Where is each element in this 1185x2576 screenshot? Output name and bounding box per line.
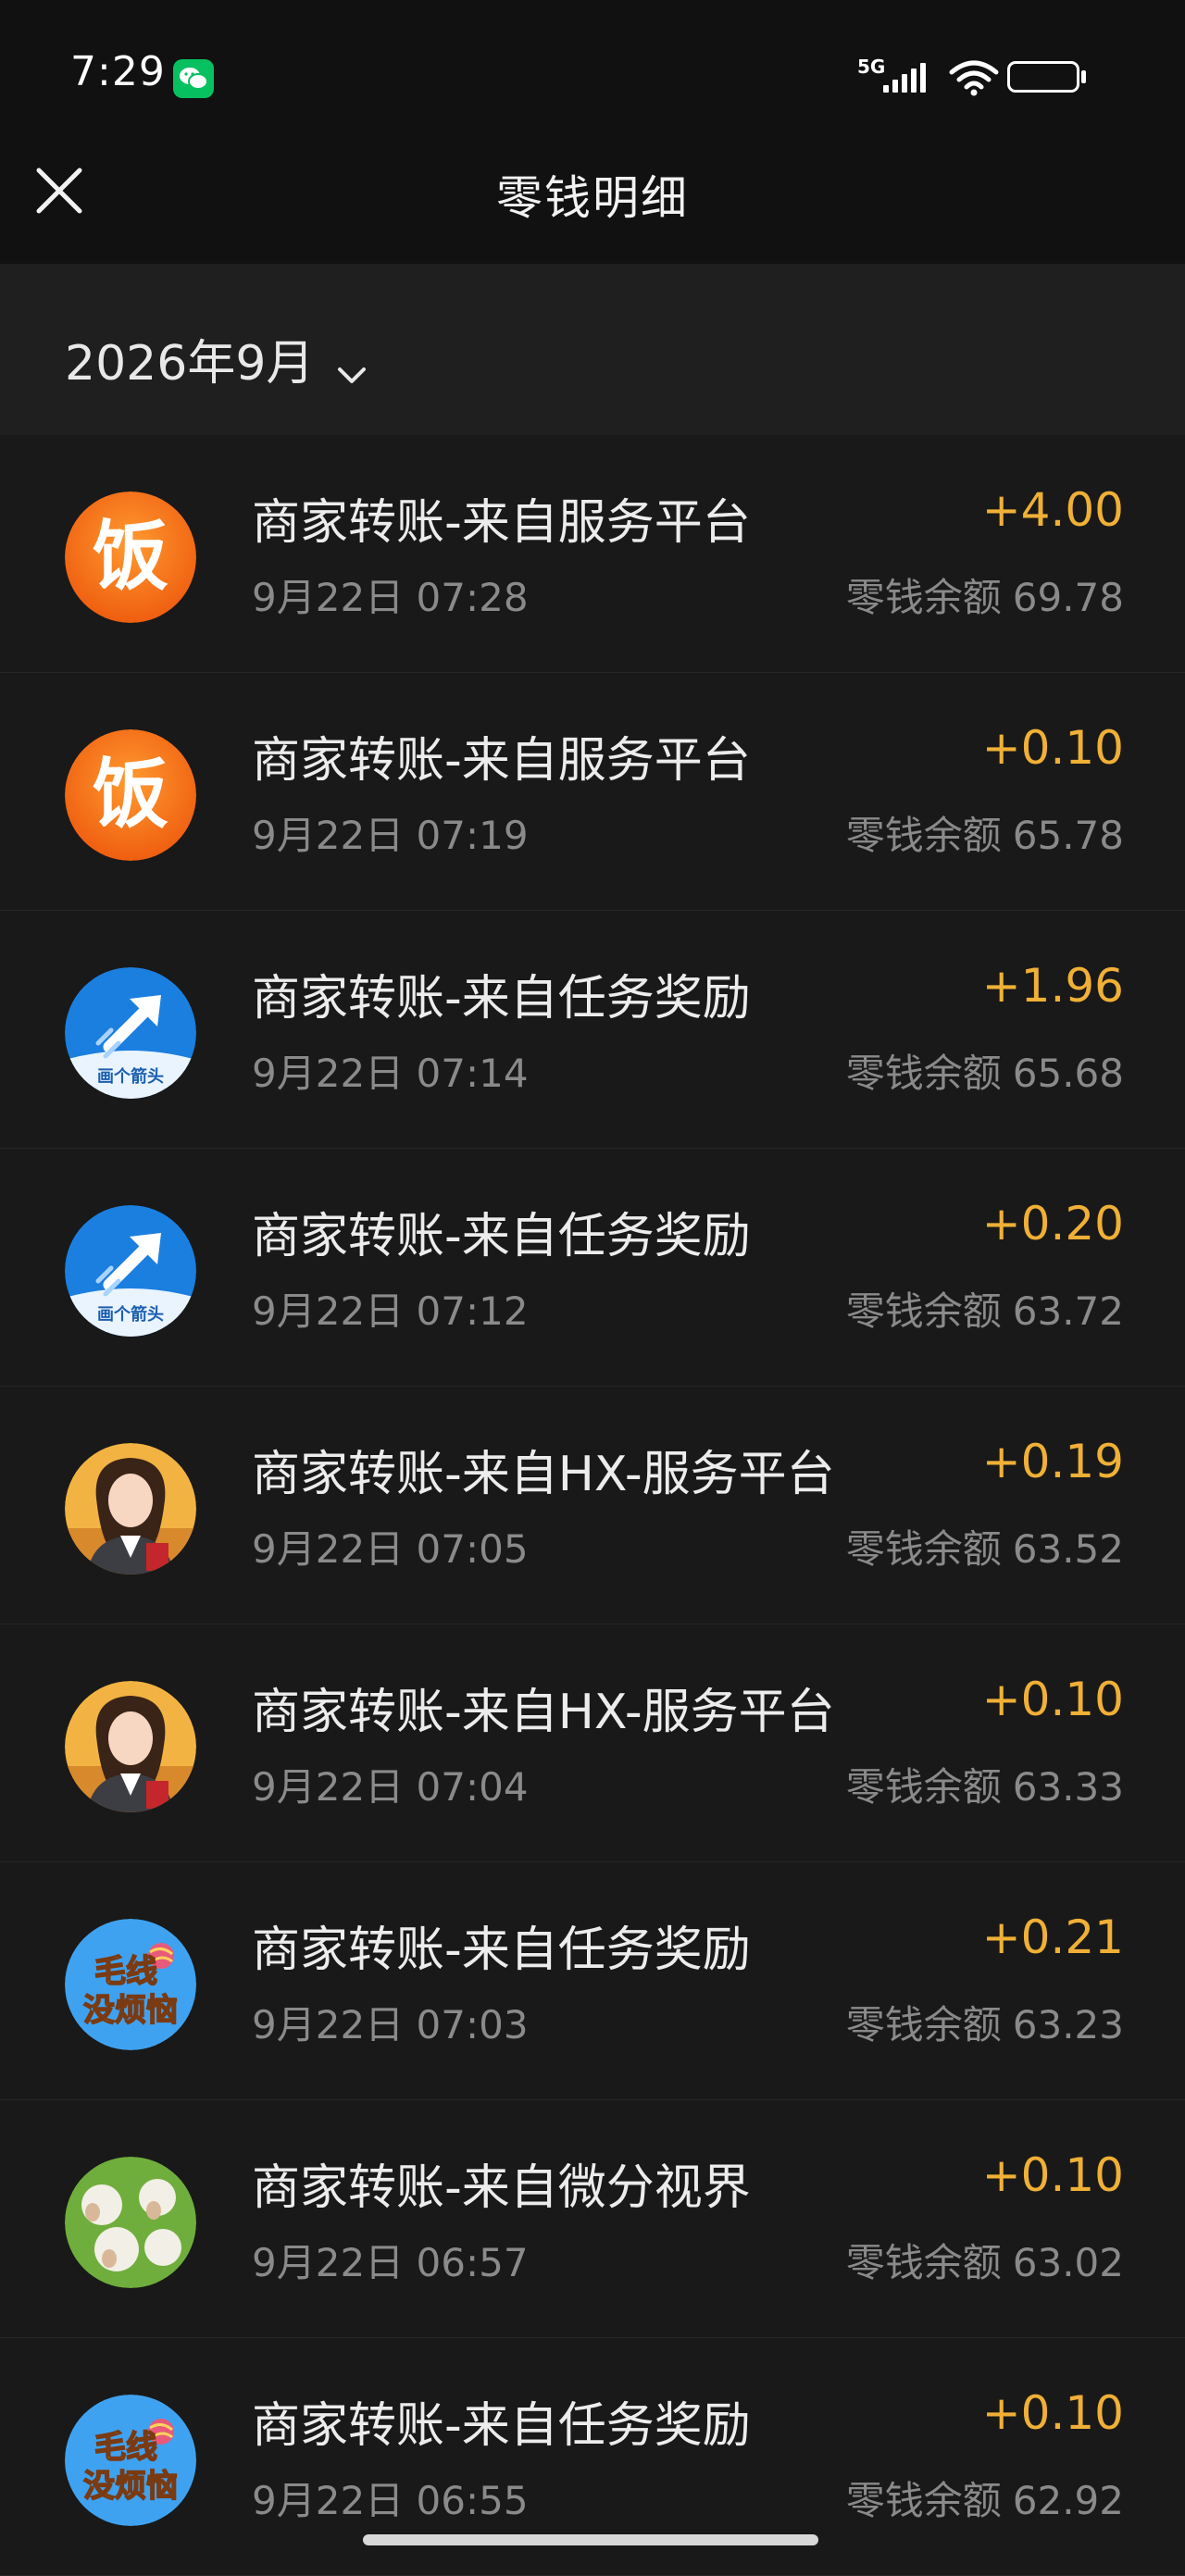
- status-indicators: 5G 91: [857, 54, 1107, 100]
- transaction-balance: 零钱余额 62.92: [846, 2470, 1124, 2526]
- transaction-date: 9月22日 07:04: [252, 1764, 529, 1810]
- balance-label: 零钱余额: [845, 575, 1002, 620]
- businesswoman-avatar: [65, 1681, 196, 1812]
- svg-text:没烦恼: 没烦恼: [83, 2468, 178, 2505]
- balance-label: 零钱余额: [845, 1526, 1002, 1572]
- wechat-icon: [173, 59, 214, 98]
- transaction-date: 9月22日 07:03: [252, 2002, 529, 2047]
- transaction-row[interactable]: 毛线 没烦恼 商家转账-来自任务奖励 9月22日 07:03 +0.21 零钱余额 63…: [0, 1862, 1185, 2100]
- transaction-title: 商家转账-来自任务奖励: [252, 1923, 751, 1978]
- transaction-row[interactable]: 商家转账-来自HX-服务平台 9月22日 07:04 +0.10 零钱余额 63.33: [0, 1624, 1185, 1862]
- balance-value: 63.23: [1012, 2002, 1124, 2047]
- transaction-amount: +0.10: [981, 721, 1124, 775]
- wifi-icon: [949, 60, 999, 96]
- balance-value: 63.52: [1012, 1526, 1124, 1572]
- transaction-title: 商家转账-来自微分视界: [252, 2160, 751, 2216]
- svg-text:饭: 饭: [93, 513, 168, 601]
- transaction-amount: +0.19: [981, 1435, 1124, 1488]
- transaction-date: 9月22日 07:12: [252, 1288, 529, 1334]
- transaction-amount: +0.21: [981, 1910, 1124, 1964]
- transaction-row[interactable]: 商家转账-来自微分视界 9月22日 06:57 +0.10 零钱余额 63.02: [0, 2100, 1185, 2338]
- balance-label: 零钱余额: [845, 1764, 1002, 1810]
- fan-logo: 饭: [65, 729, 196, 861]
- transaction-balance: 零钱余额 69.78: [846, 566, 1124, 623]
- transaction-title: 商家转账-来自任务奖励: [252, 971, 751, 1027]
- balance-label: 零钱余额: [845, 1288, 1002, 1334]
- page-title: 零钱明细: [496, 171, 689, 225]
- svg-text:毛线: 毛线: [94, 2429, 157, 2466]
- transaction-balance: 零钱余额 65.78: [846, 804, 1124, 861]
- arrow-logo: 画个箭头: [65, 967, 196, 1099]
- status-bar: 7:29 5G 91: [0, 0, 1185, 157]
- transaction-amount: +0.10: [981, 2386, 1124, 2440]
- transaction-date: 9月22日 07:05: [252, 1526, 529, 1572]
- balance-value: 65.78: [1012, 813, 1124, 858]
- balance-label: 零钱余额: [845, 2002, 1002, 2047]
- transaction-row[interactable]: 饭 商家转账-来自服务平台 9月22日 07:19 +0.10 零钱余额 65.78: [0, 673, 1185, 911]
- balance-value: 69.78: [1012, 575, 1124, 620]
- balance-label: 零钱余额: [845, 813, 1002, 858]
- svg-text:没烦恼: 没烦恼: [83, 1992, 178, 2029]
- transaction-balance: 零钱余额 63.52: [846, 1518, 1124, 1574]
- battery-icon: 91: [1007, 61, 1079, 93]
- yarn-logo: 毛线 没烦恼: [65, 1919, 196, 2050]
- battery-tip: [1081, 70, 1086, 83]
- transaction-amount: +4.00: [981, 483, 1124, 537]
- svg-text:饭: 饭: [93, 751, 168, 839]
- transaction-amount: +0.10: [981, 1673, 1124, 1726]
- transaction-balance: 零钱余额 63.72: [846, 1280, 1124, 1337]
- transaction-amount: +1.96: [981, 959, 1124, 1013]
- transaction-title: 商家转账-来自HX-服务平台: [252, 1447, 835, 1502]
- transaction-balance: 零钱余额 65.68: [846, 1042, 1124, 1099]
- balance-value: 62.92: [1012, 2478, 1124, 2523]
- transaction-balance: 零钱余额 63.02: [846, 2232, 1124, 2288]
- svg-text:画个箭头: 画个箭头: [97, 1304, 164, 1325]
- transaction-date: 9月22日 07:14: [252, 1051, 529, 1096]
- home-indicator[interactable]: [363, 2534, 818, 2545]
- transaction-amount: +0.10: [981, 2148, 1124, 2202]
- yarn-logo: 毛线 没烦恼: [65, 2395, 196, 2526]
- transaction-row[interactable]: 商家转账-来自HX-服务平台 9月22日 07:05 +0.19 零钱余额 63.52: [0, 1387, 1185, 1624]
- transaction-date: 9月22日 06:57: [252, 2240, 529, 2285]
- balance-value: 63.33: [1012, 1764, 1124, 1810]
- transaction-date: 9月22日 06:55: [252, 2478, 529, 2523]
- balance-label: 零钱余额: [845, 2240, 1002, 2285]
- fan-logo: 饭: [65, 492, 196, 623]
- sheep-avatar: [65, 2157, 196, 2288]
- arrow-logo: 画个箭头: [65, 1205, 196, 1337]
- balance-label: 零钱余额: [845, 1051, 1002, 1096]
- balance-value: 63.72: [1012, 1288, 1124, 1334]
- chevron-down-icon: [337, 367, 366, 383]
- battery-level: 91: [1029, 65, 1058, 88]
- transaction-date: 9月22日 07:28: [252, 575, 529, 620]
- transaction-title: 商家转账-来自服务平台: [252, 495, 751, 551]
- signal-icon: [883, 63, 926, 93]
- month-picker[interactable]: 2026年9月: [65, 324, 368, 392]
- transaction-row[interactable]: 画个箭头 商家转账-来自任务奖励 9月22日 07:14 +1.96 零钱余额 65.6…: [0, 911, 1185, 1149]
- transaction-title: 商家转账-来自任务奖励: [252, 1209, 751, 1264]
- businesswoman-avatar: [65, 1443, 196, 1574]
- svg-text:画个箭头: 画个箭头: [97, 1066, 164, 1087]
- transaction-amount: +0.20: [981, 1197, 1124, 1251]
- balance-value: 63.02: [1012, 2240, 1124, 2285]
- transaction-title: 商家转账-来自服务平台: [252, 733, 751, 789]
- balance-value: 65.68: [1012, 1051, 1124, 1096]
- month-label: 2026年9月: [65, 336, 315, 392]
- transaction-title: 商家转账-来自HX-服务平台: [252, 1685, 835, 1740]
- transaction-balance: 零钱余额 63.33: [846, 1756, 1124, 1812]
- transaction-title: 商家转账-来自任务奖励: [252, 2398, 751, 2454]
- balance-label: 零钱余额: [845, 2478, 1002, 2523]
- transaction-date: 9月22日 07:19: [252, 813, 529, 858]
- transaction-row[interactable]: 饭 商家转账-来自服务平台 9月22日 07:28 +4.00 零钱余额 69.78: [0, 435, 1185, 673]
- svg-text:毛线: 毛线: [94, 1953, 157, 1990]
- transaction-list[interactable]: 饭 商家转账-来自服务平台 9月22日 07:28 +4.00 零钱余额 69.78 饭…: [0, 435, 1185, 2576]
- transaction-row[interactable]: 画个箭头 商家转账-来自任务奖励 9月22日 07:12 +0.20 零钱余额 63.7…: [0, 1149, 1185, 1387]
- status-time: 7:29: [70, 48, 166, 95]
- transaction-balance: 零钱余额 63.23: [846, 1994, 1124, 2050]
